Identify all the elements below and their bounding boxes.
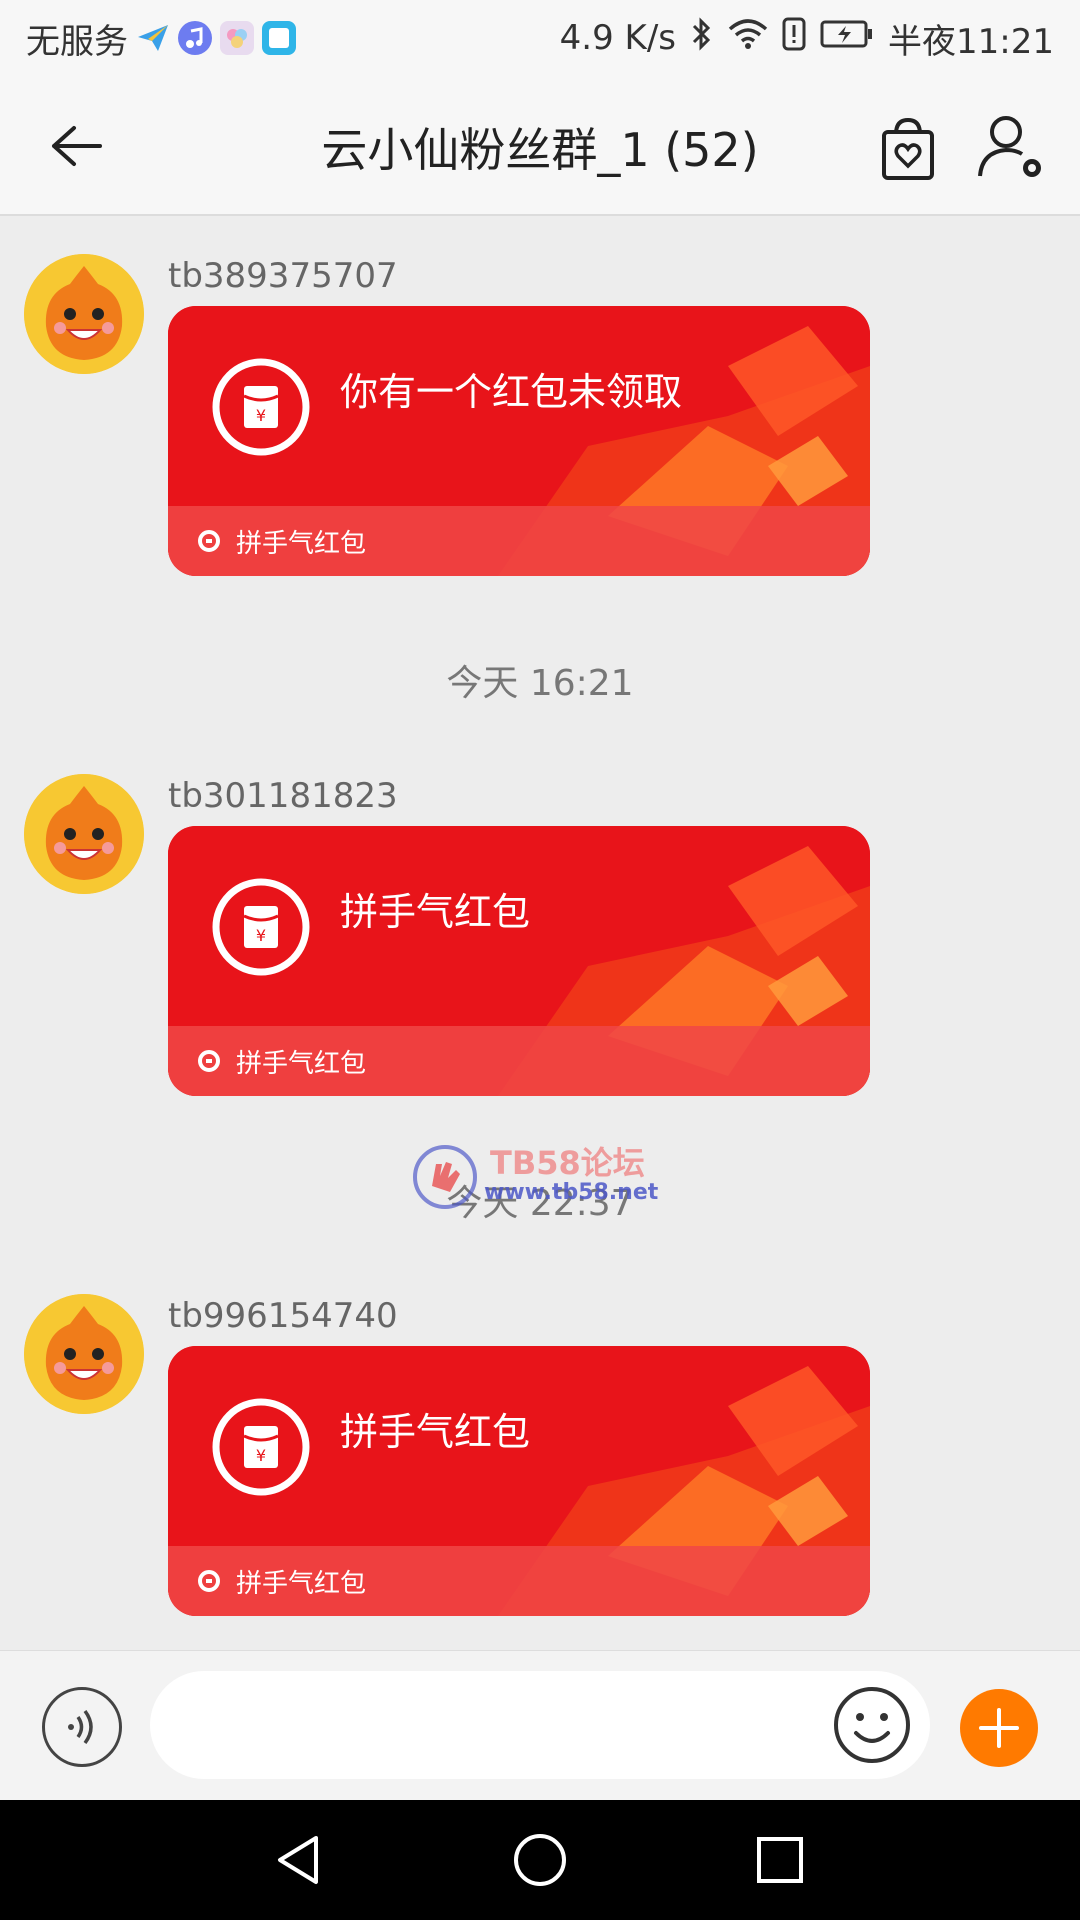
sender-name: tb301181823 (168, 776, 398, 816)
red-packet-card[interactable]: ¥ 拼手气红包 拼手气红包 (168, 1346, 870, 1616)
nav-back-button[interactable] (270, 1830, 330, 1890)
packet-footer: 拼手气红包 (168, 1026, 870, 1096)
triangle-back-icon (278, 1836, 318, 1884)
emoji-button[interactable] (832, 1685, 912, 1765)
alert-icon (782, 17, 806, 60)
nav-home-button[interactable] (510, 1830, 570, 1890)
packet-message: 拼手气红包 (340, 890, 531, 934)
tablet-app-icon (262, 21, 296, 55)
packet-message: 拼手气红包 (340, 1410, 531, 1454)
svg-text:¥: ¥ (256, 406, 266, 425)
packet-small-icon (198, 1050, 220, 1072)
status-bar: 无服务 4.9 K/s 半夜11:21 (0, 0, 1080, 76)
square-recents-icon (757, 1837, 803, 1883)
more-button[interactable] (960, 1689, 1038, 1767)
battery-charging-icon (820, 18, 874, 58)
status-right: 4.9 K/s 半夜11:21 (560, 14, 1054, 63)
avatar[interactable] (24, 774, 144, 894)
avatar[interactable] (24, 254, 144, 374)
watermark-logo-icon (413, 1145, 477, 1209)
watermark: TB58论坛 www.tb58.net (410, 1138, 670, 1218)
time-separator: 今天 16:21 (446, 663, 634, 704)
paper-plane-icon (136, 21, 170, 55)
packet-type-label: 拼手气红包 (236, 1048, 367, 1079)
carrier-label: 无服务 (26, 21, 128, 62)
clock: 半夜11:21 (888, 21, 1054, 62)
plus-icon (979, 1708, 1019, 1748)
red-packet-icon: ¥ (212, 878, 310, 976)
group-settings-button[interactable] (974, 110, 1050, 186)
photos-app-icon (220, 21, 254, 55)
sender-name: tb996154740 (168, 1296, 398, 1336)
user-settings-icon (978, 116, 1041, 177)
page-title: 云小仙粉丝群_1 (52) (321, 123, 759, 177)
avatar[interactable] (24, 1294, 144, 1414)
red-packet-card[interactable]: ¥ 拼手气红包 拼手气红包 (168, 826, 870, 1096)
input-bar (0, 1650, 1080, 1800)
watermark-url: www.tb58.net (484, 1180, 659, 1205)
watermark-title: TB58论坛 (490, 1144, 645, 1182)
back-button[interactable] (40, 110, 112, 182)
wifi-icon (728, 17, 768, 60)
voice-icon (68, 1709, 93, 1745)
message-item: tb389375707 ¥ 你有一个红包未领取 拼手气红包 (0, 218, 1080, 576)
network-speed: 4.9 K/s (559, 18, 677, 58)
packet-type-label: 拼手气红包 (236, 528, 367, 559)
sender-name: tb389375707 (168, 256, 398, 296)
music-app-icon (178, 21, 212, 55)
back-arrow-icon (52, 126, 102, 166)
packet-message: 你有一个红包未领取 (340, 370, 683, 414)
packet-footer: 拼手气红包 (168, 506, 870, 576)
packet-type-label: 拼手气红包 (236, 1568, 367, 1599)
nav-recents-button[interactable] (750, 1830, 810, 1890)
svg-text:¥: ¥ (256, 926, 266, 945)
bluetooth-icon (690, 16, 714, 61)
system-nav-bar (0, 1800, 1080, 1920)
red-packet-card[interactable]: ¥ 你有一个红包未领取 拼手气红包 (168, 306, 870, 576)
shopping-bag-heart-icon (882, 117, 934, 180)
chat-area[interactable]: tb389375707 ¥ 你有一个红包未领取 拼手气红包 今天 16:21 t… (0, 218, 1080, 1648)
voice-button[interactable] (42, 1687, 122, 1767)
shop-button[interactable] (872, 112, 944, 184)
smiley-icon (834, 1687, 910, 1763)
packet-small-icon (198, 530, 220, 552)
status-left: 无服务 (26, 14, 296, 63)
message-item: tb996154740 ¥ 拼手气红包 拼手气红包 (0, 1258, 1080, 1616)
message-item: tb301181823 ¥ 拼手气红包 拼手气红包 (0, 738, 1080, 1096)
packet-footer: 拼手气红包 (168, 1546, 870, 1616)
packet-small-icon (198, 1570, 220, 1592)
message-input[interactable] (150, 1671, 930, 1779)
red-packet-icon: ¥ (212, 1398, 310, 1496)
red-packet-icon: ¥ (212, 358, 310, 456)
circle-home-icon (514, 1834, 566, 1886)
svg-text:¥: ¥ (256, 1446, 266, 1465)
title-bar: 云小仙粉丝群_1 (52) (0, 76, 1080, 216)
